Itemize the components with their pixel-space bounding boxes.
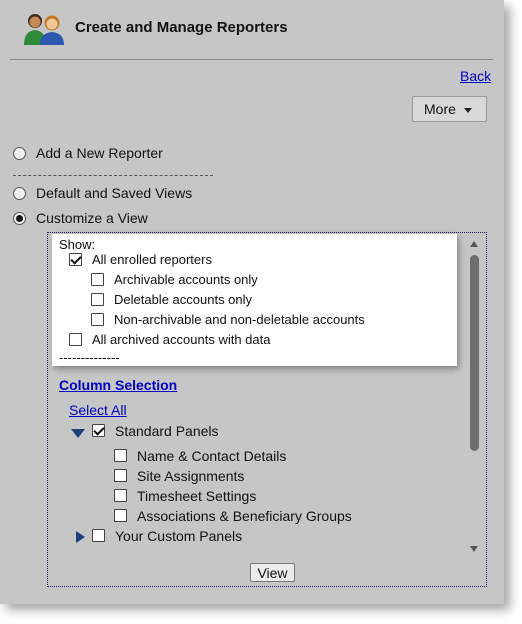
associations-label: Associations & Beneficiary Groups	[137, 508, 352, 524]
radio-add-new-reporter[interactable]	[13, 147, 26, 160]
scrollbar-thumb[interactable]	[470, 255, 479, 451]
archivable-label: Archivable accounts only	[114, 272, 258, 287]
scroll-up-icon[interactable]	[470, 241, 478, 247]
expand-right-icon[interactable]	[76, 531, 85, 543]
more-button[interactable]: More	[412, 96, 487, 122]
radio-add-new-reporter-label: Add a New Reporter	[36, 145, 163, 161]
all-enrolled-label: All enrolled reporters	[92, 252, 212, 267]
dialog-window: Create and Manage Reporters Back More Ad…	[0, 0, 504, 604]
site-assignments-label: Site Assignments	[137, 468, 245, 484]
name-contact-label: Name & Contact Details	[137, 448, 287, 464]
checkbox-custom-panels[interactable]	[92, 529, 105, 542]
radio-customize-view-label: Customize a View	[36, 210, 148, 226]
more-button-label: More	[424, 101, 456, 117]
timesheet-settings-label: Timesheet Settings	[137, 488, 257, 504]
radio-default-saved-views-label: Default and Saved Views	[36, 185, 193, 201]
page-title: Create and Manage Reporters	[75, 19, 288, 36]
select-all-link[interactable]: Select All	[69, 402, 127, 418]
checkbox-standard-panels[interactable]	[92, 424, 105, 437]
expand-down-icon[interactable]	[71, 429, 85, 438]
show-separator: --------------	[59, 350, 120, 365]
checkbox-archivable[interactable]	[91, 273, 104, 286]
checkbox-name-contact[interactable]	[114, 449, 127, 462]
standard-panels-label: Standard Panels	[115, 423, 219, 439]
view-button[interactable]: View	[250, 563, 295, 582]
checkbox-all-archived[interactable]	[69, 333, 82, 346]
chevron-down-icon	[464, 108, 472, 113]
custom-panels-label: Your Custom Panels	[115, 528, 243, 544]
show-label: Show:	[59, 237, 96, 252]
non-archivable-non-deletable-label: Non-archivable and non-deletable account…	[114, 312, 365, 327]
checkbox-deletable[interactable]	[91, 293, 104, 306]
scroll-down-icon[interactable]	[470, 546, 478, 552]
header-divider	[10, 59, 493, 60]
users-icon	[24, 14, 64, 45]
all-archived-label: All archived accounts with data	[92, 332, 271, 347]
checkbox-associations[interactable]	[114, 509, 127, 522]
radio-customize-view[interactable]	[13, 212, 26, 225]
column-selection-heading[interactable]: Column Selection	[59, 377, 177, 393]
deletable-label: Deletable accounts only	[114, 292, 253, 307]
checkbox-site-assignments[interactable]	[114, 469, 127, 482]
divider	[13, 175, 213, 176]
radio-default-saved-views[interactable]	[13, 187, 26, 200]
checkbox-non-archivable-non-deletable[interactable]	[91, 313, 104, 326]
checkbox-all-enrolled[interactable]	[69, 253, 82, 266]
back-link[interactable]: Back	[460, 68, 491, 84]
checkbox-timesheet-settings[interactable]	[114, 489, 127, 502]
